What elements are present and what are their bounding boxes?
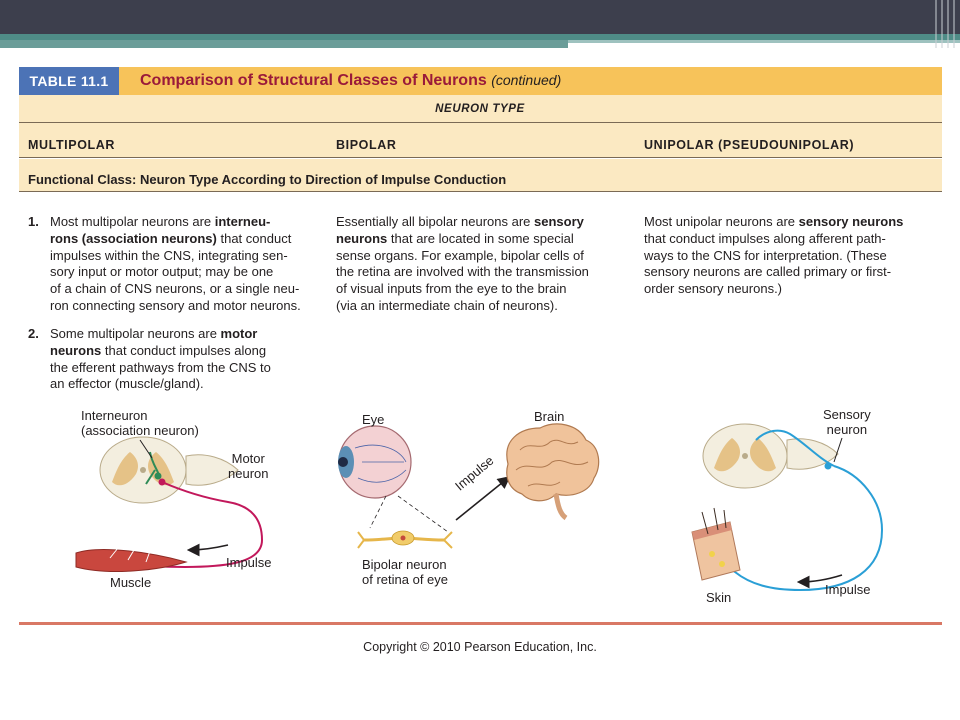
neuron-illustrations <box>75 423 884 592</box>
copyright-notice: Copyright © 2010 Pearson Education, Inc. <box>363 640 597 654</box>
label-line: neuron <box>228 466 269 481</box>
label-line: Sensory <box>823 407 871 422</box>
label-line: neuron <box>826 422 868 437</box>
label-line: of retina of eye <box>362 572 448 587</box>
label-skin: Skin <box>706 590 732 605</box>
label-brain: Brain <box>534 409 565 424</box>
eye-to-retina-dashed-line <box>369 495 387 529</box>
label-muscle: Muscle <box>110 575 152 590</box>
label-line: Bipolar neuron <box>362 557 447 572</box>
label-line: (association neuron) <box>81 423 199 438</box>
sensory-leader-line <box>833 437 843 463</box>
label-bipolar-neuron: Bipolar neuron of retina of eye <box>362 557 448 587</box>
eye-to-retina-dashed-line <box>397 495 449 533</box>
impulse-arrow-multipolar <box>186 543 229 557</box>
label-impulse-multipolar: Impulse <box>226 555 272 570</box>
label-motor-neuron: Motor neuron <box>228 451 268 481</box>
footer-rule <box>19 622 942 625</box>
muscle-shape <box>75 547 188 572</box>
spinal-cord-multipolar <box>99 436 239 504</box>
eye-shape <box>338 425 412 499</box>
bipolar-neuron-shape <box>357 530 453 549</box>
brain-shape <box>506 423 600 521</box>
label-line: Interneuron <box>81 408 148 423</box>
label-eye: Eye <box>362 412 385 427</box>
label-impulse-unipolar: Impulse <box>825 582 871 597</box>
skin-shape <box>691 507 741 581</box>
label-interneuron: Interneuron (association neuron) <box>81 408 199 438</box>
label-line: Motor <box>231 451 265 466</box>
impulse-arrow-unipolar <box>796 574 843 589</box>
label-sensory-neuron: Sensory neuron <box>823 407 871 437</box>
